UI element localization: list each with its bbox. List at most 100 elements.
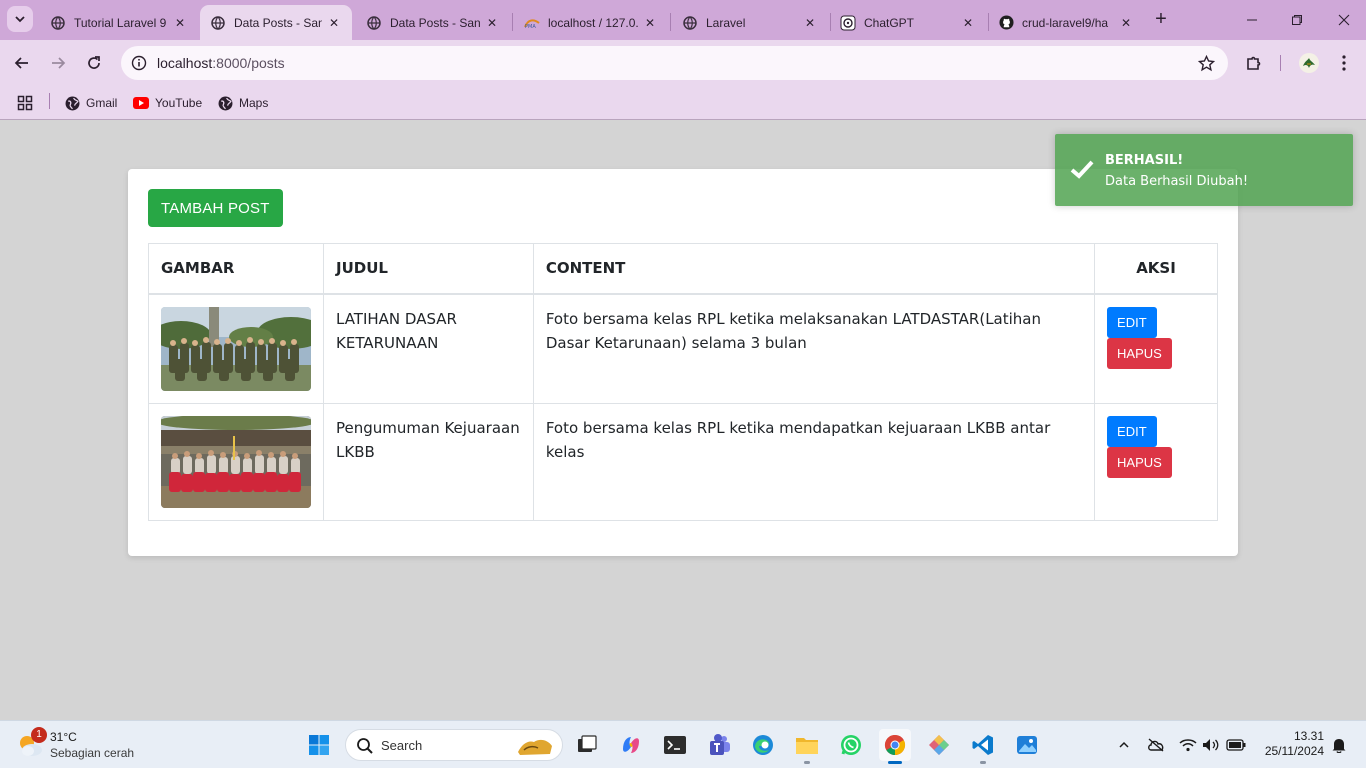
delete-button[interactable]: HAPUS — [1107, 337, 1172, 369]
close-icon[interactable]: ✕ — [802, 15, 818, 31]
column-header-image: GAMBAR — [148, 243, 324, 295]
post-image — [161, 306, 311, 391]
teams-button[interactable] — [703, 729, 735, 761]
taskbar: 1 31°C Sebagian cerah Search 13.31 25/11… — [0, 720, 1366, 768]
apps-grid-icon — [17, 95, 33, 111]
edge-button[interactable] — [747, 729, 779, 761]
bookmark-youtube[interactable]: YouTube — [133, 92, 202, 114]
close-icon[interactable]: ✕ — [642, 15, 658, 31]
close-icon[interactable]: ✕ — [484, 15, 500, 31]
close-icon — [1338, 14, 1350, 26]
url-text: localhost:8000/posts — [157, 55, 285, 71]
tab-data-posts[interactable]: Data Posts - Santri ✕ — [356, 5, 510, 40]
back-button[interactable] — [8, 49, 36, 77]
post-title: Pengumuman Kejuaraan LKBB — [323, 403, 534, 521]
globe-icon — [210, 15, 226, 31]
tab-title: localhost / 127.0.0.1 — [548, 15, 638, 30]
close-window-button[interactable] — [1330, 6, 1358, 34]
restore-button[interactable] — [1283, 6, 1311, 34]
minimize-button[interactable] — [1238, 6, 1266, 34]
globe-icon — [366, 15, 382, 31]
task-view-icon — [578, 735, 597, 752]
close-icon[interactable]: ✕ — [960, 15, 976, 31]
globe-icon — [50, 15, 66, 31]
search-icon — [357, 738, 373, 754]
post-title: LATIHAN DASAR KETARUNAAN — [323, 293, 534, 404]
tab-tutorial-laravel[interactable]: Tutorial Laravel 9 ✕ — [40, 5, 198, 40]
tab-phpmyadmin[interactable]: PMA localhost / 127.0.0.1 ✕ — [514, 5, 668, 40]
weather-widget[interactable]: 1 31°C Sebagian cerah — [16, 727, 156, 763]
search-label: Search — [381, 738, 423, 753]
onedrive-offline-icon[interactable] — [1146, 735, 1166, 755]
bookmark-gmail[interactable]: Gmail — [64, 92, 117, 114]
weather-description: Sebagian cerah — [50, 746, 135, 760]
tab-data-posts-active[interactable]: Data Posts - Santri ✕ — [200, 5, 352, 40]
wifi-icon[interactable] — [1178, 735, 1198, 755]
reload-button[interactable] — [80, 49, 108, 77]
chevron-down-icon — [15, 16, 25, 23]
tab-chatgpt[interactable]: ChatGPT ✕ — [830, 5, 986, 40]
whatsapp-button[interactable] — [835, 729, 867, 761]
show-hidden-icons-button[interactable] — [1114, 735, 1134, 755]
avatar — [1299, 53, 1319, 73]
arrow-left-icon — [14, 57, 28, 69]
bookmark-maps[interactable]: Maps — [217, 92, 268, 114]
add-post-button[interactable]: TAMBAH POST — [148, 189, 283, 227]
photos-button[interactable] — [1011, 729, 1043, 761]
address-bar[interactable]: localhost:8000/posts — [121, 46, 1228, 80]
success-toast[interactable]: BERHASIL! Data Berhasil Diubah! — [1055, 134, 1353, 206]
vscode-icon — [972, 735, 993, 755]
globe-icon — [682, 15, 698, 31]
close-icon[interactable]: ✕ — [326, 15, 342, 31]
checkmark-icon — [1070, 160, 1094, 179]
bookmarks-divider — [49, 93, 50, 109]
system-clock[interactable]: 13.31 25/11/2024 — [1258, 729, 1324, 759]
edit-button[interactable]: EDIT — [1107, 306, 1157, 338]
tab-title: Laravel — [706, 15, 746, 30]
edit-button[interactable]: EDIT — [1107, 416, 1157, 447]
forward-button[interactable] — [44, 49, 72, 77]
extensions-button[interactable] — [1240, 49, 1268, 77]
windows-icon — [309, 735, 329, 755]
page-viewport: TAMBAH POST GAMBAR JUDUL CONTENT AKSI LA… — [0, 121, 1366, 720]
profile-button[interactable] — [1295, 49, 1323, 77]
close-icon[interactable]: ✕ — [1118, 15, 1134, 31]
chrome-button[interactable] — [879, 729, 911, 764]
url-path: :8000/posts — [212, 55, 285, 71]
svg-text:PMA: PMA — [525, 24, 536, 29]
toast-title: BERHASIL! — [1105, 153, 1184, 168]
bookmark-label: Maps — [239, 96, 269, 110]
post-content: Foto bersama kelas RPL ketika mendapatka… — [532, 403, 1096, 521]
tab-title: Data Posts - Santri — [390, 15, 480, 30]
bookmark-star-icon[interactable] — [1196, 53, 1216, 73]
tab-search-button[interactable] — [7, 6, 33, 32]
whatsapp-icon — [841, 735, 861, 755]
apps-button[interactable] — [17, 92, 33, 114]
new-tab-button[interactable]: + — [1150, 9, 1172, 31]
start-button[interactable] — [303, 729, 335, 761]
file-explorer-button[interactable] — [791, 729, 823, 764]
taskbar-search[interactable]: Search — [345, 729, 563, 761]
close-icon[interactable]: ✕ — [172, 15, 188, 31]
notifications-bell-icon[interactable] — [1329, 735, 1349, 755]
tab-laravel[interactable]: Laravel ✕ — [672, 5, 828, 40]
post-actions: EDIT HAPUS — [1094, 403, 1218, 521]
photos-icon — [1017, 736, 1037, 754]
volume-icon[interactable] — [1201, 735, 1221, 755]
copilot-button[interactable] — [615, 729, 647, 761]
tab-divider — [512, 13, 513, 31]
delete-button[interactable]: HAPUS — [1107, 447, 1172, 478]
vscode-button[interactable] — [967, 729, 999, 764]
bookmarks-bar: Gmail YouTube Maps — [0, 86, 1366, 120]
menu-button[interactable] — [1330, 49, 1358, 77]
terminal-button[interactable] — [659, 729, 691, 761]
teams-icon — [710, 734, 730, 755]
task-view-button[interactable] — [571, 729, 603, 761]
bookmark-label: YouTube — [155, 96, 203, 110]
tab-github[interactable]: crud-laravel9/ha ✕ — [988, 5, 1144, 40]
git-client-button[interactable] — [923, 729, 955, 761]
column-header-title: JUDUL — [323, 243, 534, 295]
battery-icon[interactable] — [1226, 735, 1246, 755]
arrow-right-icon — [52, 57, 66, 69]
site-info-icon[interactable] — [129, 53, 149, 73]
